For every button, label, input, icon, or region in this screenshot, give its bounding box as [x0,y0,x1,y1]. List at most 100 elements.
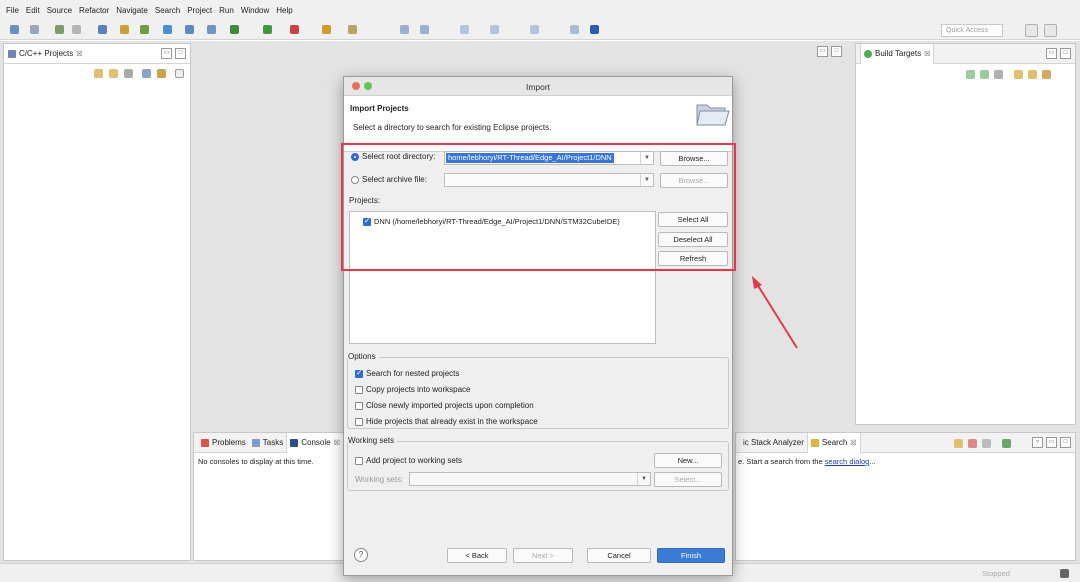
new-source-icon[interactable] [207,25,216,34]
new-target-icon[interactable] [966,70,975,79]
checkbox-icon[interactable] [355,401,363,410]
menu-refactor[interactable]: Refactor [79,6,109,15]
new-file-icon[interactable] [10,25,19,34]
link-editor-icon[interactable] [157,69,166,78]
new-cpp-icon[interactable] [230,25,239,34]
search-tool-icon[interactable] [322,25,331,34]
option-label: Close newly imported projects upon compl… [366,401,534,410]
option-hide-existing[interactable]: Hide projects that already exist in the … [355,417,538,426]
back-icon[interactable] [94,69,103,78]
checkbox-checked-icon[interactable] [355,368,363,378]
checkbox-icon[interactable] [355,456,363,465]
tab-stack-analyzer[interactable]: ic Stack Analyzer [740,433,807,453]
view-menu-icon[interactable] [175,69,184,78]
checkbox-icon[interactable] [355,417,363,426]
tab-tasks[interactable]: Tasks [249,433,286,453]
editor-maximize-icon[interactable]: □ [831,46,842,57]
forward-nav-icon[interactable] [490,25,499,34]
expand-all-icon[interactable] [1002,439,1011,448]
new-class-icon[interactable] [163,25,172,34]
menu-help[interactable]: Help [276,6,292,15]
build-target-run-icon[interactable] [980,70,989,79]
checkbox-icon[interactable] [355,385,363,394]
option-label: Copy projects into workspace [366,385,471,394]
back-icon[interactable] [1014,70,1023,79]
debug-icon[interactable] [98,25,107,34]
cpp-perspective-icon[interactable] [1044,24,1057,37]
edit-target-icon[interactable] [994,70,1003,79]
editor-minimize-icon[interactable]: ▭ [817,46,828,57]
quick-access-input[interactable]: Quick Access [941,24,1003,37]
back-button[interactable]: < Back [447,548,507,563]
save-icon[interactable] [30,25,39,34]
view-controls: ▭ □ [1046,48,1071,59]
external-tools-icon[interactable] [140,25,149,34]
cancel-button[interactable]: Cancel [587,548,651,563]
menu-project[interactable]: Project [187,6,212,15]
maximize-icon[interactable]: □ [175,48,186,59]
select-working-set-button[interactable]: Select... [654,472,722,487]
filter-icon[interactable] [1042,70,1051,79]
tab-problems[interactable]: Problems [198,433,249,453]
close-icon[interactable]: ☒ [334,439,340,447]
minimize-icon[interactable]: ▭ [1046,48,1057,59]
build-targets-label: Build Targets [875,49,922,58]
tab-build-targets[interactable]: Build Targets ☒ [860,43,935,64]
tab-cpp-projects[interactable]: C/C++ Projects [19,49,73,58]
up-icon[interactable] [124,69,133,78]
menu-navigate[interactable]: Navigate [116,6,148,15]
maximize-icon[interactable]: □ [1060,437,1071,448]
chevron-down-icon[interactable]: ▼ [637,473,650,485]
tab-search[interactable]: Search ☒ [806,432,861,453]
open-perspective-icon[interactable] [1025,24,1038,37]
clean-icon[interactable] [72,25,81,34]
problems-icon [201,438,209,447]
header-description: Select a directory to search for existin… [353,123,552,132]
menu-run[interactable]: Run [219,6,234,15]
run-as-icon[interactable] [263,25,272,34]
finish-button[interactable]: Finish [657,548,725,563]
next-button[interactable]: Next > [513,548,573,563]
option-copy-projects[interactable]: Copy projects into workspace [355,385,471,394]
menu-file[interactable]: File [6,6,19,15]
help-icon[interactable]: ? [354,548,368,562]
menu-search[interactable]: Search [155,6,180,15]
pin-editor-icon[interactable] [570,25,579,34]
remove-match-icon[interactable] [968,439,977,448]
minimize-icon[interactable]: ▭ [161,48,172,59]
working-sets-combo[interactable]: ▼ [409,472,651,486]
search-hint-text: e. Start a search from the [738,457,825,466]
option-close-imported[interactable]: Close newly imported projects upon compl… [355,401,534,410]
new-working-set-button[interactable]: New... [654,453,722,468]
new-folder-icon[interactable] [185,25,194,34]
pin-search-icon[interactable] [982,439,991,448]
add-to-working-sets-checkbox[interactable]: Add project to working sets [355,456,462,465]
annotate-icon[interactable] [348,25,357,34]
stop-icon[interactable] [290,25,299,34]
option-search-nested[interactable]: Search for nested projects [355,368,459,378]
collapse-all-icon[interactable] [142,69,151,78]
minimize-icon[interactable]: ▭ [1046,437,1057,448]
close-icon[interactable]: ☒ [76,50,82,58]
run-icon[interactable] [120,25,129,34]
forward-icon[interactable] [1028,70,1037,79]
console-icon [290,438,299,447]
search-dialog-link[interactable]: search dialog [825,457,870,466]
next-annotation-icon[interactable] [420,25,429,34]
tab-console[interactable]: Console ☒ [286,432,344,453]
back-nav-icon[interactable] [460,25,469,34]
view-menu-icon[interactable]: ▿ [1032,437,1043,448]
maximize-icon[interactable]: □ [1060,48,1071,59]
progress-icon[interactable] [1060,569,1069,578]
forward-icon[interactable] [109,69,118,78]
menu-edit[interactable]: Edit [26,6,40,15]
close-icon[interactable]: ☒ [850,439,856,447]
prev-annotation-icon[interactable] [400,25,409,34]
build-icon[interactable] [55,25,64,34]
menu-source[interactable]: Source [47,6,72,15]
show-previous-search-icon[interactable] [954,439,963,448]
close-icon[interactable]: ☒ [924,50,930,58]
last-edit-icon[interactable] [530,25,539,34]
menu-window[interactable]: Window [241,6,269,15]
info-icon[interactable] [590,25,599,34]
